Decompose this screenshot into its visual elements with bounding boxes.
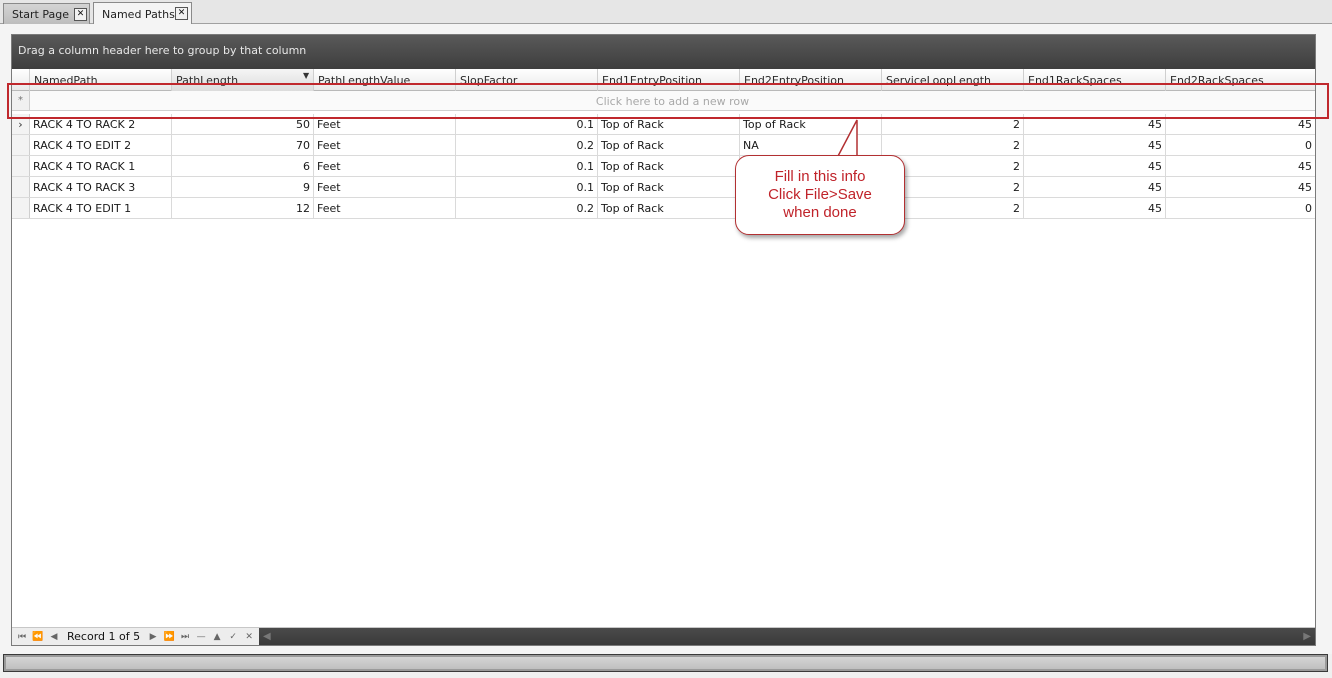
callout-line-1: Fill in this info — [774, 168, 866, 185]
annotation-callout: Fill in this info Click File>Save when d… — [735, 155, 905, 235]
table-row[interactable]: RACK 4 TO EDIT 2 70 Feet 0.2 Top of Rack NA 2 4… — [12, 135, 1315, 156]
header-indicator-cell — [12, 69, 30, 91]
move-up-icon[interactable]: ▲ — [210, 630, 224, 644]
cell-end2rackspaces[interactable]: 45 — [1166, 156, 1315, 177]
row-indicator[interactable] — [12, 156, 30, 176]
cell-namedpath[interactable]: RACK 4 TO EDIT 1 — [30, 198, 172, 219]
column-header-end1rackspaces[interactable]: End1RackSpaces — [1024, 69, 1166, 91]
close-icon[interactable]: ✕ — [74, 8, 87, 21]
cell-servicelooplength[interactable]: 2 — [882, 114, 1024, 135]
cancel-edit-icon[interactable]: ✕ — [242, 630, 256, 644]
filter-icon[interactable]: ▼ — [303, 72, 310, 80]
column-header-pathlength[interactable]: PathLength ▼ — [172, 69, 314, 91]
cell-pathlengthvalue[interactable]: Feet — [314, 156, 456, 177]
cell-end1rackspaces[interactable]: 45 — [1024, 114, 1166, 135]
cell-pathlengthvalue[interactable]: Feet — [314, 135, 456, 156]
tab-named-paths[interactable]: Named Paths ✕ — [93, 2, 192, 25]
group-panel-text: Drag a column header here to group by th… — [18, 44, 307, 57]
table-row[interactable]: › RACK 4 TO RACK 2 50 Feet 0.1 Top of Rack Top… — [12, 114, 1315, 135]
cell-namedpath[interactable]: RACK 4 TO EDIT 2 — [30, 135, 172, 156]
table-row[interactable]: RACK 4 TO RACK 3 9 Feet 0.1 Top of Rack 2 45 45 — [12, 177, 1315, 198]
column-header-row: NamedPath PathLength ▼ PathLengthValue S… — [12, 69, 1315, 91]
end-edit-icon[interactable]: ✓ — [226, 630, 240, 644]
cell-end1rackspaces[interactable]: 45 — [1024, 156, 1166, 177]
next-record-icon[interactable]: ▶ — [146, 630, 160, 644]
cell-end1entryposition[interactable]: Top of Rack — [598, 156, 740, 177]
cell-namedpath[interactable]: RACK 4 TO RACK 1 — [30, 156, 172, 177]
document-panel: Drag a column header here to group by th… — [0, 24, 1332, 654]
callout-line-2: Click File>Save — [768, 186, 872, 203]
close-icon[interactable]: ✕ — [175, 7, 188, 20]
new-row-prompt: Click here to add a new row — [595, 95, 750, 108]
column-header-end1entryposition[interactable]: End1EntryPosition — [598, 69, 740, 91]
column-header-slopfactor[interactable]: SlopFactor — [456, 69, 598, 91]
column-header-servicelooplength[interactable]: ServiceLoopLength — [882, 69, 1024, 91]
record-navigator: ⏮ ⏪ ◀ Record 1 of 5 ▶ ⏩ ⏭ — ▲ ✓ ✕ ◀ ▶ — [12, 627, 1315, 645]
group-by-panel[interactable]: Drag a column header here to group by th… — [12, 35, 1315, 69]
cell-pathlengthvalue[interactable]: Feet — [314, 198, 456, 219]
cell-pathlength[interactable]: 70 — [172, 135, 314, 156]
new-item-row[interactable]: * Click here to add a new row — [12, 91, 1315, 111]
previous-record-icon[interactable]: ◀ — [47, 630, 61, 644]
record-counter: Record 1 of 5 — [67, 630, 141, 643]
current-row-indicator-icon[interactable]: › — [12, 114, 30, 134]
cell-slopfactor[interactable]: 0.1 — [456, 156, 598, 177]
table-row[interactable]: RACK 4 TO EDIT 1 12 Feet 0.2 Top of Rack 2 45 0 — [12, 198, 1315, 219]
first-page-icon[interactable]: ⏮ — [15, 630, 29, 644]
cell-pathlengthvalue[interactable]: Feet — [314, 114, 456, 135]
cell-pathlength[interactable]: 9 — [172, 177, 314, 198]
cell-end1entryposition[interactable]: Top of Rack — [598, 177, 740, 198]
cell-namedpath[interactable]: RACK 4 TO RACK 2 — [30, 114, 172, 135]
scroll-right-icon[interactable]: ▶ — [1303, 631, 1311, 642]
cell-end2rackspaces[interactable]: 0 — [1166, 135, 1315, 156]
cell-end2rackspaces[interactable]: 45 — [1166, 114, 1315, 135]
scroll-left-icon[interactable]: ◀ — [263, 631, 271, 642]
cell-slopfactor[interactable]: 0.2 — [456, 135, 598, 156]
last-page-icon[interactable]: ⏭ — [178, 630, 192, 644]
cell-pathlength[interactable]: 6 — [172, 156, 314, 177]
delete-record-icon[interactable]: — — [194, 630, 208, 644]
row-indicator[interactable] — [12, 135, 30, 155]
column-header-label: PathLength — [176, 74, 239, 87]
navigator-buttons: ⏮ ⏪ ◀ Record 1 of 5 ▶ ⏩ ⏭ — ▲ ✓ ✕ — [12, 628, 259, 645]
cell-servicelooplength[interactable]: 2 — [882, 135, 1024, 156]
cell-pathlengthvalue[interactable]: Feet — [314, 177, 456, 198]
column-header-end2entryposition[interactable]: End2EntryPosition — [740, 69, 882, 91]
row-indicator[interactable] — [12, 177, 30, 197]
previous-page-icon[interactable]: ⏪ — [31, 630, 45, 644]
tab-label: Start Page — [12, 7, 69, 21]
tab-start-page[interactable]: Start Page ✕ — [3, 3, 90, 24]
callout-line-3: when done — [783, 204, 857, 221]
row-indicator[interactable] — [12, 198, 30, 218]
cell-slopfactor[interactable]: 0.1 — [456, 114, 598, 135]
cell-end1rackspaces[interactable]: 45 — [1024, 135, 1166, 156]
cell-end1rackspaces[interactable]: 45 — [1024, 198, 1166, 219]
cell-end1entryposition[interactable]: Top of Rack — [598, 114, 740, 135]
document-tab-strip: Start Page ✕ Named Paths ✕ — [0, 0, 1332, 25]
cell-end1entryposition[interactable]: Top of Rack — [598, 135, 740, 156]
horizontal-scrollbar[interactable]: ◀ ▶ — [259, 628, 1315, 645]
column-header-pathlengthvalue[interactable]: PathLengthValue — [314, 69, 456, 91]
cell-pathlength[interactable]: 50 — [172, 114, 314, 135]
cell-pathlength[interactable]: 12 — [172, 198, 314, 219]
next-page-icon[interactable]: ⏩ — [162, 630, 176, 644]
cell-end2rackspaces[interactable]: 0 — [1166, 198, 1315, 219]
cell-slopfactor[interactable]: 0.2 — [456, 198, 598, 219]
cell-end1rackspaces[interactable]: 45 — [1024, 177, 1166, 198]
cell-end2rackspaces[interactable]: 45 — [1166, 177, 1315, 198]
cell-slopfactor[interactable]: 0.1 — [456, 177, 598, 198]
status-bar — [3, 654, 1328, 672]
new-row-icon: * — [12, 91, 30, 110]
table-row[interactable]: RACK 4 TO RACK 1 6 Feet 0.1 Top of Rack 2 45 45 — [12, 156, 1315, 177]
tab-label: Named Paths — [102, 7, 175, 21]
named-paths-grid: Drag a column header here to group by th… — [11, 34, 1316, 646]
grid-rows: › RACK 4 TO RACK 2 50 Feet 0.1 Top of Rack Top… — [12, 114, 1315, 219]
callout-pointer — [836, 119, 858, 159]
column-header-namedpath[interactable]: NamedPath — [30, 69, 172, 91]
column-header-end2rackspaces[interactable]: End2RackSpaces — [1166, 69, 1315, 91]
cell-namedpath[interactable]: RACK 4 TO RACK 3 — [30, 177, 172, 198]
cell-end1entryposition[interactable]: Top of Rack — [598, 198, 740, 219]
